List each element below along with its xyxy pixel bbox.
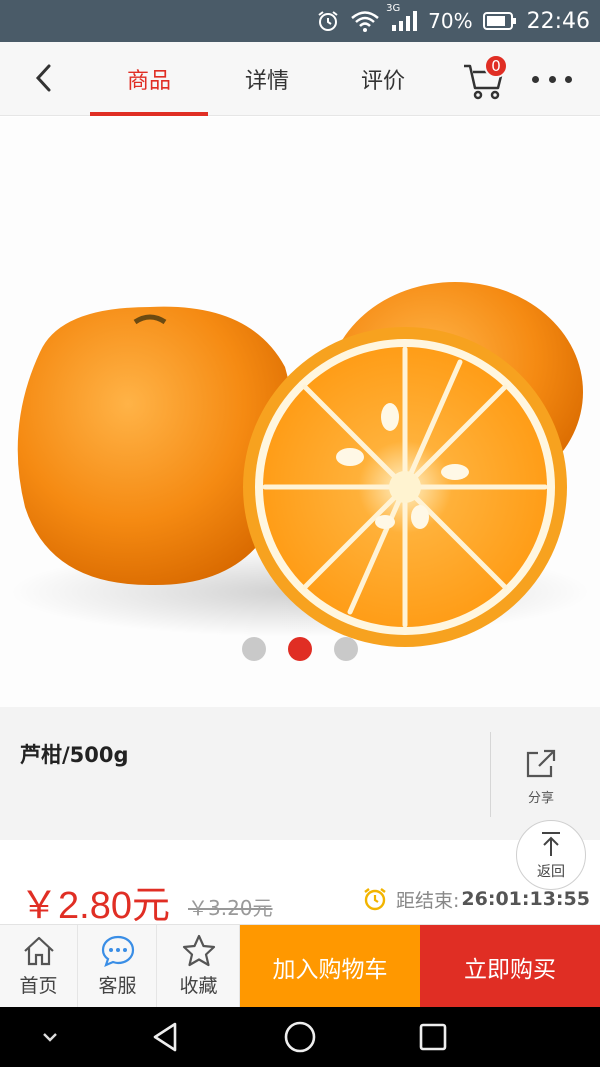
square-recents-icon [419, 1023, 447, 1051]
action-bar: 首页 客服 收藏 加入购物车 立即购买 [0, 924, 600, 1008]
status-bar: 3G 70% 22:46 [0, 0, 600, 42]
product-info: 芦柑/500g 分享 [0, 707, 600, 840]
battery-icon [482, 11, 517, 31]
back-to-top-button[interactable]: 返回 [516, 820, 586, 890]
home-label: 首页 [19, 975, 58, 997]
tab-reviews[interactable]: 评价 [324, 42, 442, 116]
cart-button[interactable]: 0 [462, 54, 512, 102]
chat-bubble-icon [101, 935, 134, 967]
system-recents-button[interactable] [411, 1015, 455, 1059]
original-price: ￥3.20元 [188, 896, 273, 920]
tangerine-illustration [10, 282, 590, 647]
alarm-icon [316, 9, 340, 33]
share-button[interactable]: 分享 [510, 747, 572, 807]
battery-percent: 70% [428, 9, 473, 33]
network-type: 3G [386, 3, 401, 14]
signal-icon: 3G [386, 3, 418, 33]
current-price: ￥2.80元 [20, 885, 170, 927]
product-image[interactable] [0, 117, 600, 707]
carousel-indicator [0, 637, 600, 661]
star-icon [182, 934, 215, 967]
system-nav-bar [0, 1007, 600, 1067]
countdown-label: 距结束: [396, 889, 460, 912]
carousel-dot-active[interactable] [288, 637, 312, 661]
divider [490, 732, 491, 817]
customer-service-button[interactable]: 客服 [79, 925, 157, 1008]
back-button[interactable] [22, 56, 66, 100]
chevron-down-icon [43, 1033, 57, 1042]
more-dot-icon [548, 75, 556, 83]
system-home-button[interactable] [278, 1015, 322, 1059]
alarm-clock-icon [364, 888, 386, 911]
more-dot-icon [532, 75, 539, 83]
hide-keyboard-button[interactable] [28, 1015, 72, 1059]
arrow-up-icon [542, 832, 560, 856]
favorite-button[interactable]: 收藏 [158, 925, 240, 1008]
tab-details-label: 详情 [244, 69, 289, 94]
carousel-dot[interactable] [334, 637, 358, 661]
share-icon [526, 749, 556, 778]
add-to-cart-button[interactable]: 加入购物车 [240, 925, 420, 1008]
home-icon [23, 936, 54, 966]
back-to-top-label: 返回 [537, 864, 565, 880]
chevron-left-icon [35, 64, 51, 92]
price-row: ￥2.80元 ￥3.20元 距结束: 26:01:13:55 [0, 840, 600, 927]
cart-count-badge: 0 [484, 54, 508, 78]
buy-now-button[interactable]: 立即购买 [420, 925, 600, 1008]
buy-now-label: 立即购买 [464, 956, 556, 983]
more-dot-icon [565, 75, 572, 83]
triangle-back-icon [153, 1022, 177, 1052]
product-name: 芦柑/500g [20, 743, 129, 767]
countdown-value: 26:01:13:55 [461, 888, 590, 910]
more-button[interactable] [532, 66, 572, 92]
share-label: 分享 [527, 791, 554, 806]
add-to-cart-label: 加入购物车 [272, 956, 388, 983]
customer-service-label: 客服 [98, 975, 137, 997]
home-button[interactable]: 首页 [0, 925, 78, 1008]
tab-product[interactable]: 商品 [90, 42, 208, 116]
circle-home-icon [284, 1021, 316, 1053]
wifi-icon [350, 9, 380, 33]
tab-product-label: 商品 [126, 69, 171, 94]
clock: 22:46 [526, 8, 590, 34]
carousel-dot[interactable] [242, 637, 266, 661]
top-nav: 商品 详情 评价 0 [0, 42, 600, 116]
favorite-label: 收藏 [179, 975, 218, 997]
system-back-button[interactable] [144, 1015, 188, 1059]
tab-reviews-label: 评价 [360, 69, 405, 94]
tab-details[interactable]: 详情 [208, 42, 326, 116]
